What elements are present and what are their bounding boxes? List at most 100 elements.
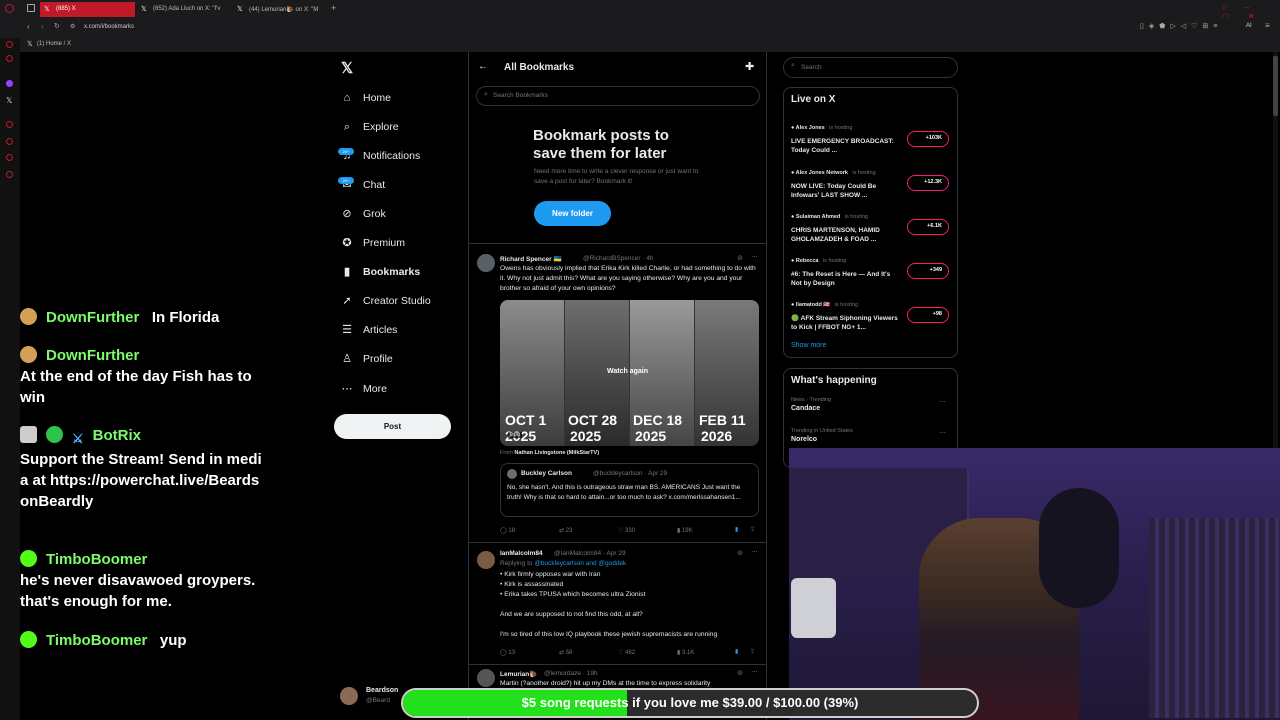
bookmarked-icon[interactable]: ▮ xyxy=(735,648,738,655)
views-button[interactable]: ▮ 19K xyxy=(677,527,693,534)
from-name[interactable]: Nathan Livingstone (MilkStarTV) xyxy=(514,450,599,456)
account-switcher[interactable]: Beardson @Beard xyxy=(340,686,400,708)
bookmarks-bar: 𝕏 (1) Home / X xyxy=(0,38,1280,52)
back-arrow-icon[interactable]: ← xyxy=(478,61,488,72)
more-options-icon[interactable]: ⋯ xyxy=(751,253,758,261)
new-tab-icon[interactable]: + xyxy=(331,3,336,13)
sidebar-app-icon[interactable] xyxy=(6,55,13,62)
nav-grok[interactable]: ⊘ Grok xyxy=(340,204,385,224)
nav-profile[interactable]: ♙ Profile xyxy=(340,349,393,369)
tweet-card[interactable]: IanMalcolm84 @IanMalcolm84 · Apr 29 ⊘ ⋯ … xyxy=(469,543,766,665)
extension-icons[interactable]: ▯◈⬟▷◁♡⊞≡ xyxy=(1140,22,1222,30)
tweet-handle: @lemurdaze · 19h xyxy=(544,670,598,677)
tab-ada-lluch[interactable]: 𝕏 (852) Ada Lluch on X: "I'v xyxy=(137,2,229,17)
right-search-input[interactable]: Search xyxy=(801,64,822,71)
repost-button[interactable]: ⇄ 58 xyxy=(559,649,572,656)
trend-item[interactable]: News · Trending Candace ⋯ xyxy=(791,397,951,412)
more-options-icon[interactable]: ⋯ xyxy=(939,398,946,406)
live-item[interactable]: ● Alex Jones is hosting LIVE EMERGENCY B… xyxy=(791,116,901,155)
more-options-icon[interactable]: ⋯ xyxy=(939,429,946,437)
more-options-icon[interactable]: ⋯ xyxy=(751,548,758,556)
tweet-line: And we are supposed to not find this odd… xyxy=(500,611,643,618)
ai-button[interactable]: AI xyxy=(1246,23,1252,29)
live-item[interactable]: ● Rebecca is hosting #6: The Reset is He… xyxy=(791,249,901,288)
post-button[interactable]: Post xyxy=(334,414,451,439)
nav-more[interactable]: ⋯ More xyxy=(340,379,387,399)
is-hosting-label: is hosting xyxy=(829,125,853,131)
like-button[interactable]: ♡ 330 xyxy=(618,527,635,534)
right-search[interactable]: ⌕ Search xyxy=(783,57,958,78)
grok-icon[interactable]: ⊘ xyxy=(737,254,743,262)
screen: 𝕏 (885) X 𝕏 (852) Ada Lluch on X: "I'v 𝕏 (4… xyxy=(0,0,1280,720)
nav-label: Home xyxy=(363,92,392,104)
share-icon[interactable]: ⇪ xyxy=(750,526,755,533)
quote-text: No, she hasn't. And this is outrageous s… xyxy=(507,484,741,501)
live-listeners[interactable]: +6.1K xyxy=(907,219,949,235)
page-scrollbar[interactable] xyxy=(1273,52,1278,448)
x-home-logo-icon[interactable]: 𝕏 xyxy=(341,59,353,77)
url-text[interactable]: x.com/i/bookmarks xyxy=(84,24,134,30)
new-folder-button[interactable]: New folder xyxy=(534,201,611,226)
replying-handles[interactable]: @buckleycarlson and @goddek xyxy=(534,560,626,567)
tweet-card[interactable]: Lemurian🐌 @lemurdaze · 19h ⊘ ⋯ Martin (?… xyxy=(469,665,766,689)
replying-to: Replying to @buckleycarlson and @goddek xyxy=(500,560,626,567)
site-info-icon[interactable]: ⚙ xyxy=(70,23,75,30)
articles-icon: ☰ xyxy=(342,324,352,336)
nav-bookmarks[interactable]: ▮ Bookmarks xyxy=(340,262,420,282)
chat-text: he's never disavawoed groypers. that's e… xyxy=(20,572,256,610)
sidebar-app-icon[interactable] xyxy=(6,154,13,161)
tweet-card[interactable]: Richard Spencer 🇺🇦 @RichardBSpencer · 4h… xyxy=(469,244,766,542)
grok-icon[interactable]: ⊘ xyxy=(737,669,743,677)
nav-label: Profile xyxy=(363,353,393,365)
menu-icon[interactable]: ≡ xyxy=(1265,21,1270,30)
live-item[interactable]: ● Sulaiman Ahmed is hosting CHRIS MARTEN… xyxy=(791,205,901,244)
nav-home[interactable]: ⌂ Home xyxy=(340,88,391,108)
live-listeners[interactable]: +98 xyxy=(907,307,949,323)
sidebar-toggle-icon[interactable] xyxy=(27,4,35,12)
bookmarked-icon[interactable]: ▮ xyxy=(735,526,738,533)
live-listeners[interactable]: +12.3K xyxy=(907,175,949,191)
trend-item[interactable]: Trending in United States Norelco ⋯ xyxy=(791,428,951,443)
live-item[interactable]: ● llamatodd 🇺🇸 is hosting 🟢 AFK Stream S… xyxy=(791,293,901,332)
video-player[interactable]: Watch again OCT 1 OCT 28 DEC 18 FEB 11 2… xyxy=(500,300,759,446)
tab-x-bookmarks[interactable]: 𝕏 (885) X xyxy=(40,2,135,17)
back-icon[interactable]: ‹ xyxy=(27,22,30,31)
x-logo-icon[interactable]: 𝕏 xyxy=(6,96,12,105)
quote-author: Buckley Carlson xyxy=(521,470,572,477)
share-icon[interactable]: ⇪ xyxy=(750,648,755,655)
live-item[interactable]: ● Alex Jones Network is hosting NOW LIVE… xyxy=(791,161,901,200)
reply-button[interactable]: ◯ 18 xyxy=(500,527,515,534)
views-button[interactable]: ▮ 3.1K xyxy=(677,649,694,656)
trend-context: News · Trending xyxy=(791,397,832,403)
live-listeners[interactable]: +103K xyxy=(907,131,949,147)
sidebar-app-icon[interactable] xyxy=(6,121,13,128)
nav-articles[interactable]: ☰ Articles xyxy=(340,320,397,340)
new-folder-icon[interactable]: ✚ xyxy=(745,60,754,73)
forward-icon[interactable]: › xyxy=(41,22,44,31)
nav-label: Chat xyxy=(363,179,386,191)
bookmark-search-input[interactable]: Search Bookmarks xyxy=(493,92,548,99)
nav-explore[interactable]: ⌕ Explore xyxy=(340,117,399,137)
nav-creator-studio[interactable]: ➚ Creator Studio xyxy=(340,291,430,311)
show-more-link[interactable]: Show more xyxy=(791,342,826,349)
bookmark-search[interactable]: ⌕ Search Bookmarks xyxy=(476,86,760,106)
reply-count: 18 xyxy=(508,528,516,534)
sidebar-app-icon[interactable] xyxy=(6,80,13,87)
watch-again-button[interactable]: Watch again xyxy=(607,368,648,375)
bookmark-bar-item[interactable]: (1) Home / X xyxy=(37,41,71,47)
reply-button[interactable]: ◯ 13 xyxy=(500,649,515,656)
live-listeners[interactable]: +349 xyxy=(907,263,949,279)
chat-username: BotRix xyxy=(92,427,141,444)
tab-lemurian[interactable]: 𝕏 (44) Lemurian🐌 on X: "M xyxy=(233,2,325,17)
more-options-icon[interactable]: ⋯ xyxy=(751,668,758,676)
repost-button[interactable]: ⇄ 23 xyxy=(559,527,572,534)
reload-icon[interactable]: ↻ xyxy=(54,22,60,30)
like-button[interactable]: ♡ 482 xyxy=(618,649,635,656)
nav-premium[interactable]: ✪ Premium xyxy=(340,233,405,253)
grok-icon[interactable]: ⊘ xyxy=(737,549,743,557)
is-hosting-label: is hosting xyxy=(844,214,868,220)
sidebar-app-icon[interactable] xyxy=(6,171,13,178)
sidebar-app-icon[interactable] xyxy=(6,138,13,145)
quoted-tweet[interactable]: Buckley Carlson @buckleycarlson · Apr 29… xyxy=(500,463,759,517)
sidebar-app-icon[interactable] xyxy=(6,41,13,48)
